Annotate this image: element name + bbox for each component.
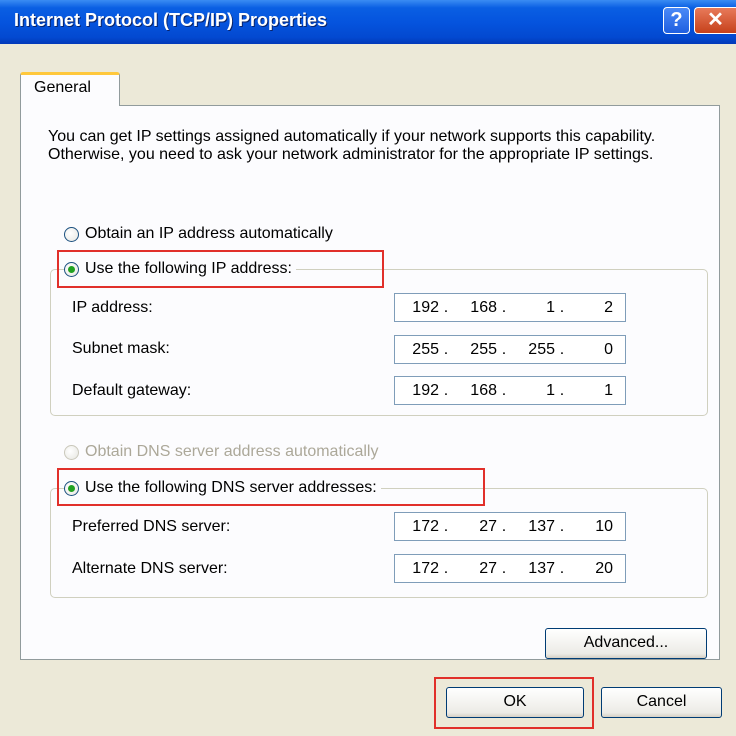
help-button[interactable]: ? <box>663 7 690 34</box>
radio-label: Obtain DNS server address automatically <box>85 443 379 460</box>
advanced-button[interactable]: Advanced... <box>545 628 707 659</box>
highlight-box-ok <box>434 677 594 729</box>
octet: 1 <box>546 298 555 316</box>
subnet-mask-input[interactable]: 255. 255. 255. 0 <box>394 335 626 364</box>
alternate-dns-input[interactable]: 172. 27. 137. 20 <box>394 554 626 583</box>
tab-general[interactable]: General <box>20 72 120 106</box>
octet: 10 <box>595 517 613 535</box>
highlight-box-ip <box>57 250 384 288</box>
octet: 0 <box>604 340 613 358</box>
ip-address-label: IP address: <box>72 299 153 316</box>
octet: 192 <box>412 381 439 399</box>
octet: 168 <box>470 298 497 316</box>
octet: 172 <box>412 517 439 535</box>
window-title: Internet Protocol (TCP/IP) Properties <box>14 10 328 30</box>
preferred-dns-input[interactable]: 172. 27. 137. 10 <box>394 512 626 541</box>
octet: 168 <box>470 381 497 399</box>
octet: 192 <box>412 298 439 316</box>
ip-address-input[interactable]: 192. 168. 1. 2 <box>394 293 626 322</box>
octet: 255 <box>470 340 497 358</box>
octet: 27 <box>479 517 497 535</box>
tcpip-properties-dialog: Internet Protocol (TCP/IP) Properties ? … <box>0 0 736 736</box>
octet: 172 <box>412 559 439 577</box>
intro-text: You can get IP settings assigned automat… <box>48 128 656 163</box>
highlight-box-dns <box>57 468 485 506</box>
octet: 20 <box>595 559 613 577</box>
close-button[interactable]: ✕ <box>694 7 736 34</box>
subnet-mask-label: Subnet mask: <box>72 340 170 357</box>
octet: 137 <box>528 517 555 535</box>
preferred-dns-label: Preferred DNS server: <box>72 518 231 535</box>
radio-obtain-ip-auto[interactable]: Obtain an IP address automatically <box>64 222 333 246</box>
radio-label: Obtain an IP address automatically <box>85 225 333 242</box>
radio-icon <box>64 226 79 242</box>
octet: 255 <box>412 340 439 358</box>
title-bar[interactable]: Internet Protocol (TCP/IP) Properties ? … <box>0 0 736 44</box>
octet: 2 <box>604 298 613 316</box>
cancel-button[interactable]: Cancel <box>601 687 722 718</box>
octet: 137 <box>528 559 555 577</box>
octet: 255 <box>528 340 555 358</box>
radio-disabled-icon <box>64 444 79 460</box>
octet: 1 <box>546 381 555 399</box>
default-gateway-input[interactable]: 192. 168. 1. 1 <box>394 376 626 405</box>
alternate-dns-label: Alternate DNS server: <box>72 560 228 577</box>
default-gateway-label: Default gateway: <box>72 382 192 399</box>
octet: 1 <box>604 381 613 399</box>
radio-obtain-dns-auto: Obtain DNS server address automatically <box>64 440 378 464</box>
octet: 27 <box>479 559 497 577</box>
